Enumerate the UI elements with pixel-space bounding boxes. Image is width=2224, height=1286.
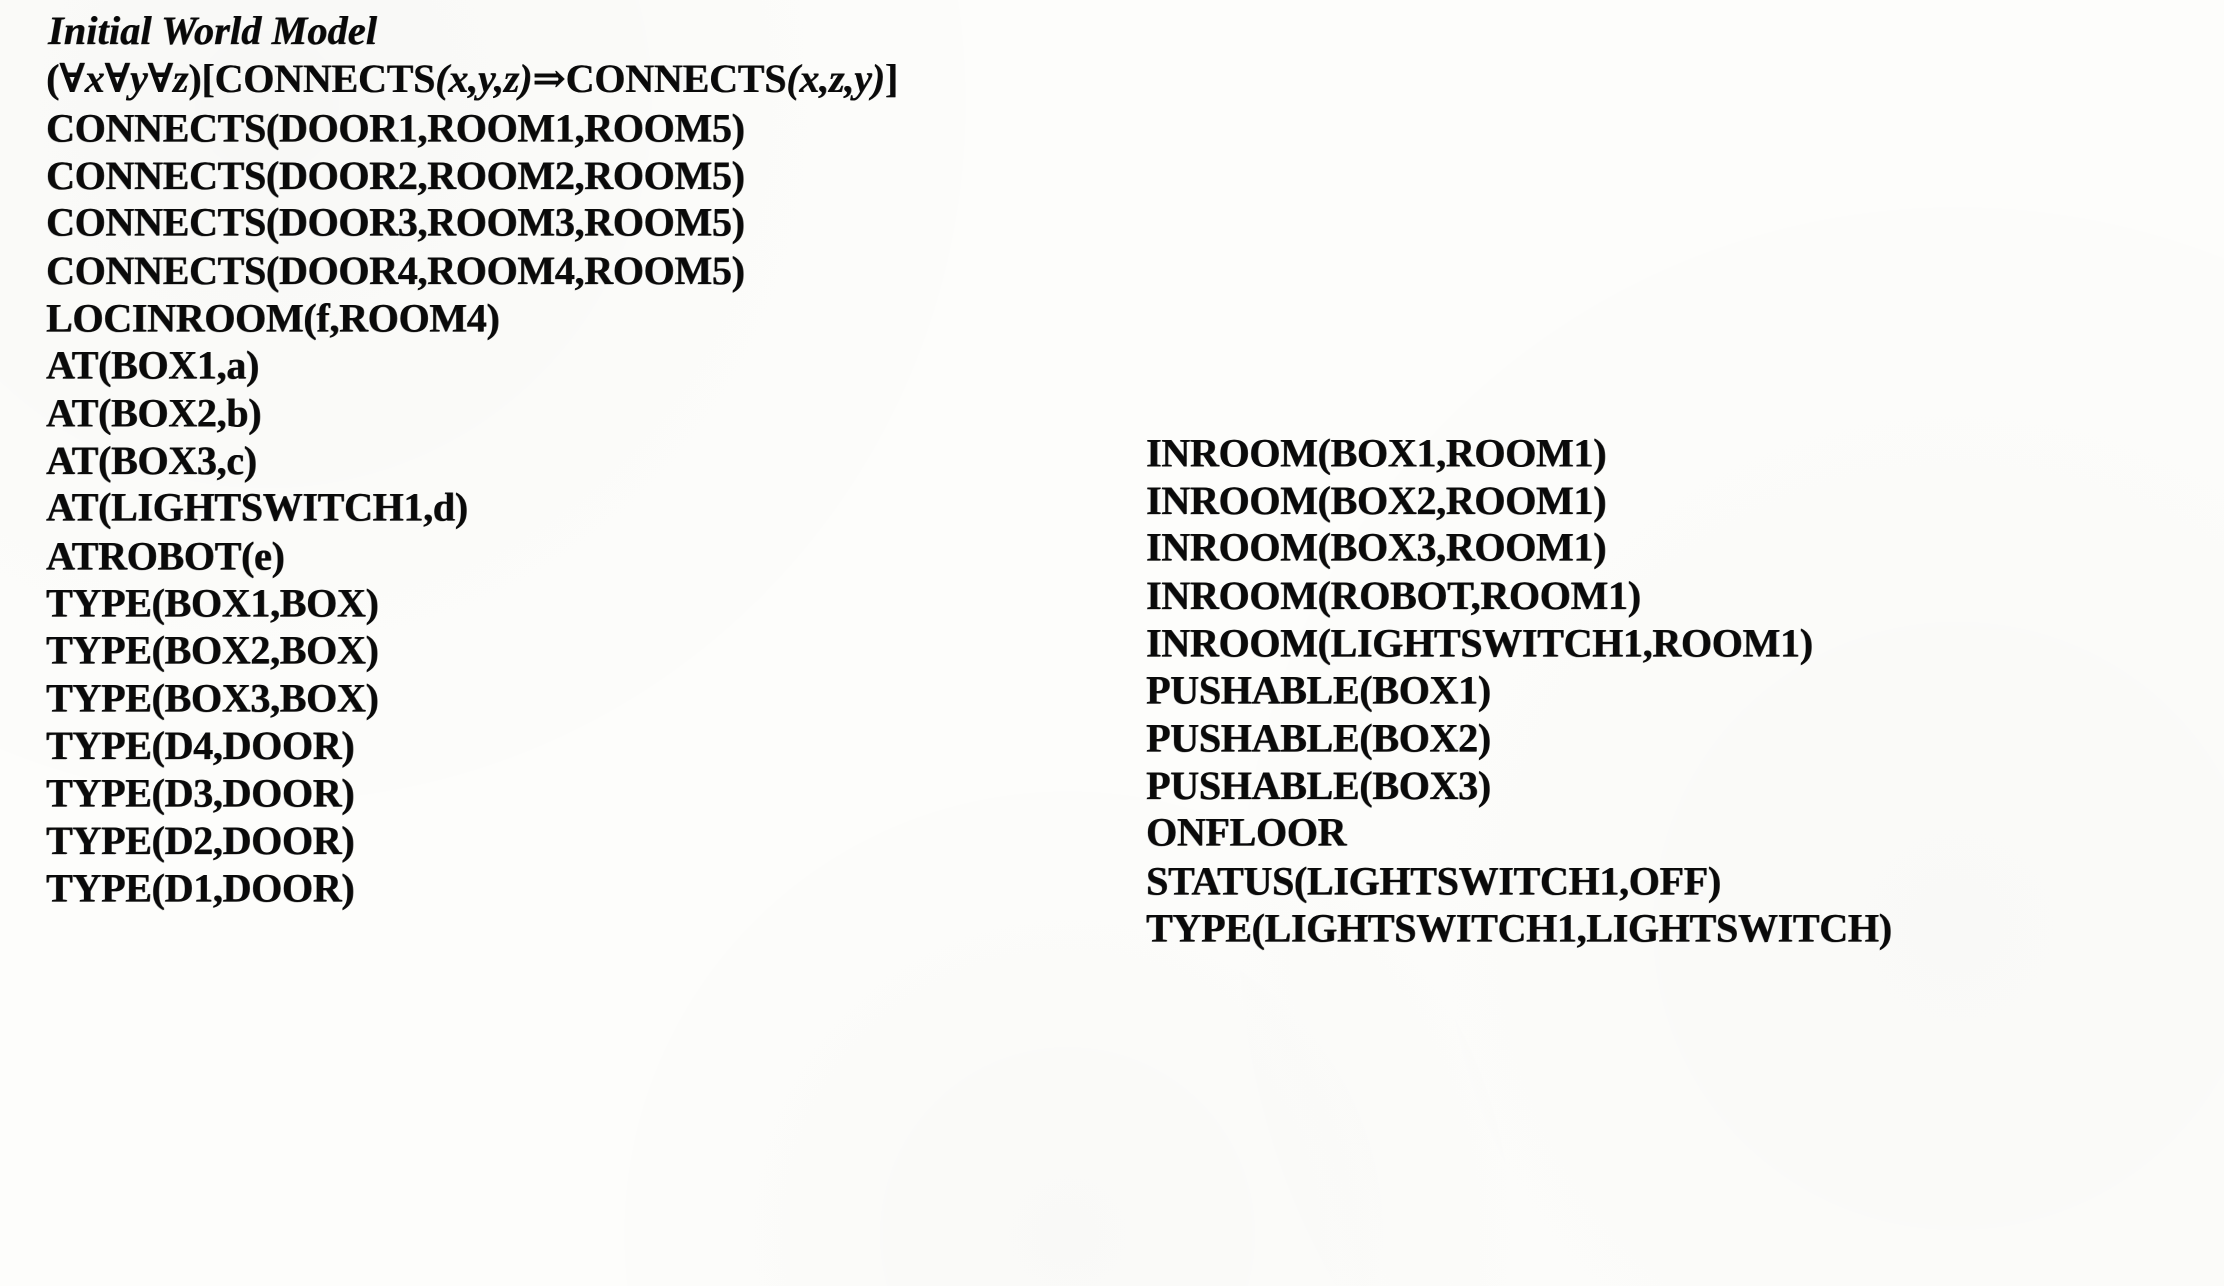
axiom-antecedent-predicate: CONNECTS <box>214 56 436 101</box>
literal-line: INROOM(BOX2,ROOM1) <box>1146 477 1607 523</box>
literal-line: TYPE(BOX1,BOX) <box>46 580 379 626</box>
literal-line: TYPE(BOX2,BOX) <box>46 627 379 673</box>
literal-line: AT(LIGHTSWITCH1,d) <box>46 484 468 530</box>
axiom-paren-open: ( <box>46 56 60 101</box>
literal-line: AT(BOX3,c) <box>46 437 257 483</box>
literal-line: CONNECTS(DOOR2,ROOM2,ROOM5) <box>46 152 745 198</box>
literal-line: CONNECTS(DOOR3,ROOM3,ROOM5) <box>46 199 745 245</box>
literal-line: ONFLOOR <box>1146 809 1347 855</box>
axiom-bracket-open: [ <box>201 56 215 101</box>
literal-line: TYPE(BOX3,BOX) <box>46 675 379 721</box>
literal-line: TYPE(D3,DOOR) <box>46 770 355 816</box>
literal-line: PUSHABLE(BOX2) <box>1146 715 1491 761</box>
literal-line: PUSHABLE(BOX1) <box>1146 667 1491 713</box>
page-title: Initial World Model <box>48 8 378 53</box>
right-literal-column: INROOM(BOX1,ROOM1) INROOM(BOX2,ROOM1) INRO… <box>1146 429 1892 952</box>
literal-line: LOCINROOM(f,ROOM4) <box>46 295 500 341</box>
axiom-consequent-predicate: CONNECTS <box>565 56 787 101</box>
literal-line: TYPE(LIGHTSWITCH1,LIGHTSWITCH) <box>1146 905 1892 951</box>
literal-line: INROOM(BOX1,ROOM1) <box>1146 430 1607 476</box>
axiom-bracket-close: ] <box>884 56 898 101</box>
literal-line: CONNECTS(DOOR4,ROOM4,ROOM5) <box>46 247 745 293</box>
axiom-consequent-args: (x,z,y) <box>786 56 885 101</box>
axiom-quantifiers: ∀x∀y∀z <box>59 56 189 101</box>
axiom-antecedent-args: (x,y,z) <box>435 56 533 101</box>
literal-line: PUSHABLE(BOX3) <box>1146 762 1491 808</box>
literal-line: CONNECTS(DOOR1,ROOM1,ROOM5) <box>46 105 745 151</box>
literal-line: TYPE(D4,DOOR) <box>46 722 355 768</box>
literal-line: INROOM(LIGHTSWITCH1,ROOM1) <box>1146 620 1813 666</box>
implication-symbol: ⇒ <box>532 56 566 101</box>
literal-line: TYPE(D2,DOOR) <box>46 817 355 863</box>
left-literal-column: CONNECTS(DOOR1,ROOM1,ROOM5) CONNECTS(DOOR… <box>46 104 745 912</box>
literal-line: ATROBOT(e) <box>46 533 285 579</box>
literal-line: AT(BOX2,b) <box>46 390 262 436</box>
literal-line: AT(BOX1,a) <box>46 342 259 388</box>
axiom-formula: (∀x∀y∀z)[CONNECTS(x,y,z)⇒CONNECTS(x,z,y)… <box>46 56 898 102</box>
literal-line: STATUS(LIGHTSWITCH1,OFF) <box>1146 858 1721 904</box>
literal-line: INROOM(ROBOT,ROOM1) <box>1146 572 1641 618</box>
axiom-paren-close: ) <box>188 56 202 101</box>
literal-line: TYPE(D1,DOOR) <box>46 865 355 911</box>
literal-line: INROOM(BOX3,ROOM1) <box>1146 524 1607 570</box>
scanned-page: Initial World Model (∀x∀y∀z)[CONNECTS(x,… <box>0 0 2224 1286</box>
